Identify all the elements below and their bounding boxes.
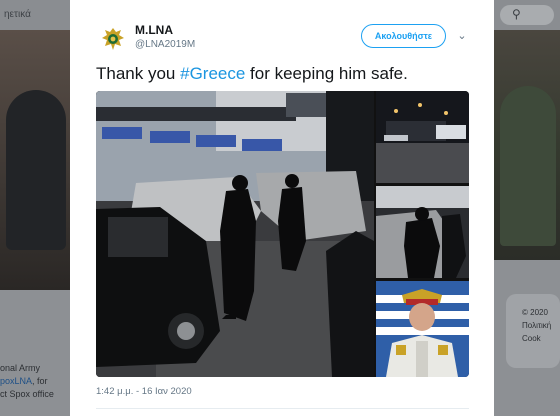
background-right-figure	[500, 86, 556, 246]
media-photo-street[interactable]	[376, 91, 469, 183]
media-photo-guards[interactable]	[376, 186, 469, 278]
follow-button[interactable]: Ακολουθήστε	[361, 24, 446, 48]
lna-emblem-icon[interactable]	[100, 26, 126, 52]
tweet-timestamp[interactable]: 1:42 μ.μ. - 16 Ιαν 2020	[96, 386, 192, 397]
author-handle[interactable]: @LNA2019M	[135, 39, 195, 50]
background-footer-text: © 2020 Πολιτική Cook	[522, 308, 552, 343]
author-name[interactable]: M.LNA	[135, 23, 173, 37]
search-icon: ⚲	[512, 7, 521, 21]
media-photo-main[interactable]	[96, 91, 374, 377]
media-grid	[96, 91, 469, 377]
hashtag-link[interactable]: #Greece	[180, 64, 245, 83]
background-bio-text: onal Army poxLNA, for ct Spox office	[0, 363, 54, 399]
tweet-text: Thank you #Greece for keeping him safe.	[96, 64, 408, 83]
background-nav-text: ηετικά	[4, 9, 31, 20]
background-figure	[6, 90, 66, 250]
divider	[96, 408, 469, 409]
tweet-modal: M.LNA @LNA2019M Ακολουθήστε ⌄ Thank you …	[70, 0, 494, 416]
media-photo-portrait[interactable]	[376, 281, 469, 377]
background-bio-link: poxLNA	[0, 376, 33, 386]
chevron-down-icon[interactable]: ⌄	[455, 29, 469, 43]
background-search-box: ⚲	[500, 5, 554, 25]
